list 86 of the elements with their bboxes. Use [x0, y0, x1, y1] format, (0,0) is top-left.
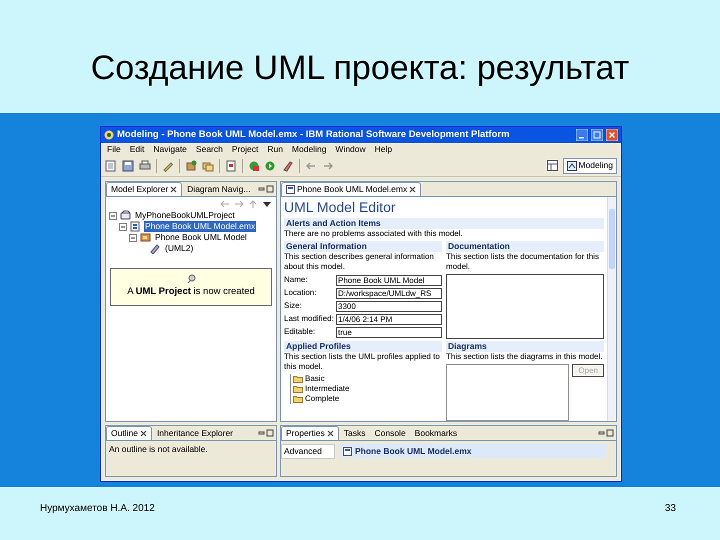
- minimize-icon[interactable]: [576, 129, 588, 141]
- run-icon[interactable]: [265, 160, 277, 172]
- tree-item[interactable]: MyPhoneBookUMLProject: [134, 210, 236, 221]
- text-field[interactable]: D:/workspace/UMLdw_RS: [336, 288, 442, 298]
- minimize-maximize-icon[interactable]: [598, 429, 614, 437]
- open-perspective-icon[interactable]: [546, 160, 558, 171]
- menu-item[interactable]: Help: [374, 144, 392, 154]
- profile-item[interactable]: Basic: [305, 373, 325, 385]
- expand-toggle-icon[interactable]: [109, 212, 117, 220]
- field-label: Last modified:: [284, 313, 335, 325]
- editor-heading: UML Model Editor: [284, 198, 397, 216]
- profile-item[interactable]: Complete: [305, 393, 340, 405]
- document-icon[interactable]: [225, 160, 237, 172]
- expand-toggle-icon[interactable]: [129, 234, 137, 242]
- minimize-maximize-icon[interactable]: [258, 185, 274, 193]
- model-file-icon: [343, 446, 352, 456]
- section-description: This section lists the UML profiles applied to this model.: [284, 352, 441, 372]
- section-description: This section lists the diagrams in this model.: [446, 352, 604, 362]
- diagrams-list[interactable]: [446, 364, 570, 421]
- project-icon: [120, 210, 131, 221]
- close-icon[interactable]: [170, 186, 178, 193]
- tree-item[interactable]: (UML2): [164, 243, 194, 254]
- field-label: Editable:: [284, 326, 316, 338]
- section-title: Diagrams: [446, 341, 604, 352]
- field-label: Name:: [284, 274, 309, 286]
- text-field[interactable]: 3300: [336, 300, 442, 312]
- section-description: There are no problems associated with this model.: [284, 229, 464, 239]
- close-icon[interactable]: [326, 430, 334, 437]
- selection-name: Phone Book UML Model.emx: [355, 445, 472, 458]
- package-icon: [140, 232, 151, 243]
- debug-icon[interactable]: [248, 160, 260, 172]
- section-description: This section describes general information about this model.: [284, 252, 435, 272]
- field-label: Location:: [284, 287, 318, 299]
- menu-item[interactable]: Navigate: [153, 144, 187, 154]
- brush-icon[interactable]: [282, 160, 294, 172]
- menu-item[interactable]: Window: [335, 144, 366, 154]
- section-title: General Information: [284, 241, 442, 252]
- field-label: Size:: [284, 300, 303, 312]
- new-file-icon[interactable]: [105, 160, 117, 172]
- section-title: Alerts and Action Items: [284, 218, 604, 229]
- window-title: Modeling - Phone Book UML Model.emx - IBM Rational Software Development Platform: [117, 128, 511, 142]
- panel-tab[interactable]: Outline: [106, 426, 152, 440]
- editor-tab[interactable]: Phone Book UML Model.emx: [281, 182, 422, 196]
- save-icon[interactable]: [122, 160, 134, 172]
- slide-footer: Нурмухаметов Н.А. 2012: [40, 501, 155, 516]
- dropdown-icon[interactable]: [262, 200, 272, 208]
- menu-item[interactable]: Search: [196, 144, 223, 154]
- section-title: Documentation: [446, 241, 604, 252]
- panel-tab[interactable]: Properties: [281, 426, 339, 440]
- folders-icon[interactable]: [202, 160, 214, 172]
- model-file-icon: [130, 221, 141, 232]
- menu-item[interactable]: Run: [267, 144, 283, 154]
- menu-item[interactable]: Modeling: [292, 144, 326, 154]
- app-icon: [104, 130, 114, 140]
- minimize-maximize-icon[interactable]: [258, 429, 274, 437]
- section-description: This section lists the documentation for this model.: [446, 252, 600, 272]
- print-icon[interactable]: [139, 160, 151, 172]
- diagram-icon: [566, 160, 576, 170]
- section-title: Applied Profiles: [284, 341, 442, 352]
- package-icon[interactable]: [185, 160, 197, 172]
- maximize-icon[interactable]: [591, 129, 603, 141]
- pencil-icon[interactable]: [162, 160, 174, 172]
- documentation-field[interactable]: [446, 274, 604, 339]
- model-file-icon: [286, 185, 295, 194]
- scrollbar-thumb[interactable]: [609, 209, 615, 269]
- close-icon[interactable]: [409, 186, 416, 193]
- text-field[interactable]: true: [336, 326, 442, 338]
- expand-toggle-icon[interactable]: [119, 222, 127, 230]
- page-number: 33: [664, 502, 676, 516]
- close-icon[interactable]: [140, 430, 147, 437]
- menu-item[interactable]: Project: [232, 144, 258, 154]
- tree-item[interactable]: Phone Book UML Model.emx: [144, 221, 256, 232]
- menu-item[interactable]: File: [107, 144, 121, 154]
- panel-tab[interactable]: Model Explorer: [106, 182, 182, 196]
- text-field[interactable]: 1/4/06 2:14 PM: [336, 314, 442, 324]
- category-item[interactable]: Advanced: [281, 444, 335, 459]
- text-field[interactable]: Phone Book UML Model: [336, 274, 442, 286]
- perspective-button[interactable]: Modeling: [562, 158, 617, 174]
- pencil-icon: [150, 243, 161, 254]
- tree-item[interactable]: Phone Book UML Model: [154, 232, 248, 243]
- menu-item[interactable]: Edit: [130, 144, 144, 154]
- slide-title: Создание UML проекта: результат: [90, 48, 630, 89]
- tooltip-text: A UML Project is now created: [127, 285, 255, 300]
- scrollbar[interactable]: [607, 197, 616, 421]
- profile-item[interactable]: Intermediate: [305, 383, 350, 395]
- outline-message: An outline is not available.: [108, 443, 209, 456]
